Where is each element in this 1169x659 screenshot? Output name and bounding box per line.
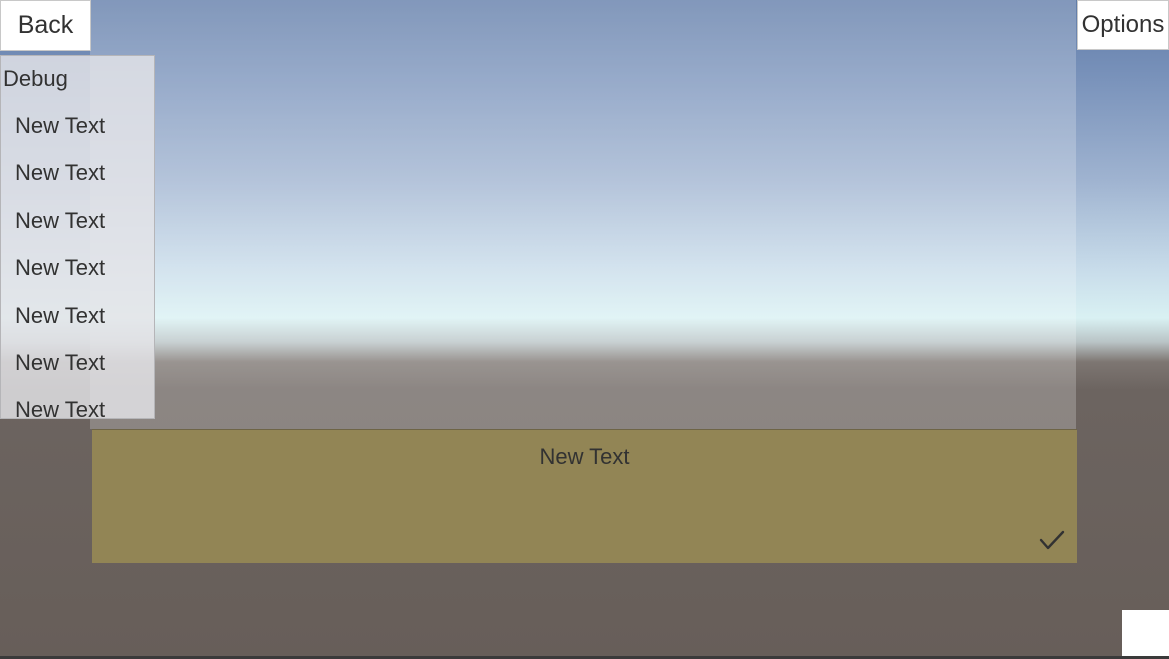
back-button[interactable]: Back [0,0,91,51]
game-viewport: Back Options Debug New Text New Text New… [0,0,1169,659]
check-icon[interactable] [1039,529,1065,551]
debug-list-item: New Text [15,255,106,281]
debug-list-item: New Text [15,207,106,233]
toggle-label: New Text [539,444,630,469]
corner-button[interactable] [1122,610,1169,656]
translucent-overlay [90,0,1076,429]
debug-title: Debug [3,66,68,91]
debug-list-item: New Text [15,349,106,375]
debug-list-item: New Text [15,113,106,138]
debug-list-item: New Text [15,397,106,419]
toggle-panel[interactable]: New Text [92,429,1077,563]
options-button[interactable]: Options [1077,0,1169,50]
debug-list-item: New Text [15,302,106,328]
debug-list-item: New Text [15,160,106,186]
debug-list: New Text New Text New Text New Text New … [15,112,106,419]
debug-panel[interactable]: Debug New Text New Text New Text New Tex… [0,55,155,419]
